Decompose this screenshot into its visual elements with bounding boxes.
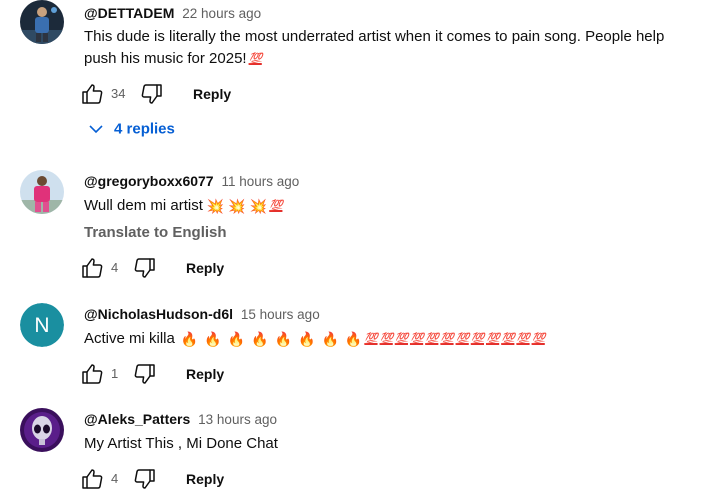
fire-emoji: 🔥 [321, 331, 339, 348]
like-count: 1 [111, 366, 119, 381]
comment-text: Wull dem mi artist 💥 💥 💥 💯 [84, 195, 694, 217]
comment-thread: N @NicholasHudson-d6l 15 hours ago Activ… [0, 303, 701, 388]
thumbs-down-icon[interactable] [133, 256, 157, 280]
comment-actions: 34 Reply [80, 82, 320, 108]
hundred-points-emoji: 💯 [394, 333, 409, 346]
thumbs-up-icon[interactable] [80, 256, 104, 280]
thumbs-down-icon[interactable] [133, 467, 157, 491]
hundred-points-emoji: 💯 [531, 333, 546, 346]
comment-body: My Artist This , Mi Done Chat [84, 435, 278, 452]
timestamp[interactable]: 15 hours ago [241, 307, 320, 322]
avatar[interactable]: N [20, 303, 64, 347]
fire-emoji: 🔥 [251, 331, 269, 348]
thumbs-down-icon[interactable] [133, 362, 157, 386]
fire-emoji: 🔥 [344, 331, 363, 348]
reply-button[interactable]: Reply [193, 86, 231, 102]
collision-emoji: 💥 [206, 198, 225, 215]
hundred-points-emoji: 💯 [501, 333, 515, 346]
hundred-points-emoji: 💯 [379, 333, 394, 346]
view-replies-button[interactable]: 4 replies [88, 120, 175, 138]
comment-header: @gregoryboxx6077 11 hours ago [84, 173, 299, 189]
comment-header: @DETTADEM 22 hours ago [84, 5, 261, 21]
avatar[interactable] [20, 0, 64, 44]
hundred-points-emoji: 💯 [440, 333, 454, 346]
comment-body: Active mi killa [84, 330, 175, 347]
author-name[interactable]: @NicholasHudson-d6l [84, 306, 233, 322]
comment-header: @Aleks_Patters 13 hours ago [84, 411, 277, 427]
hundred-points-emoji: 💯 [364, 333, 378, 346]
comment-thread: @gregoryboxx6077 11 hours ago Wull dem m… [0, 170, 701, 285]
comment-body: Wull dem mi artist [84, 197, 203, 214]
comment-thread: @DETTADEM 22 hours ago This dude is lite… [0, 0, 701, 150]
comment-text: Active mi killa 🔥 🔥 🔥 🔥 🔥 🔥 🔥 🔥 💯 💯 💯 💯 💯 💯 💯 💯 💯 💯 💯 💯 [84, 328, 694, 350]
comment-text: This dude is literally the most underrat… [84, 26, 694, 70]
avatar[interactable] [20, 170, 64, 214]
hundred-points-emoji: 💯 [470, 333, 485, 346]
fire-emoji: 🔥 [180, 331, 199, 348]
timestamp[interactable]: 22 hours ago [182, 6, 261, 21]
hundred-points-emoji: 💯 [485, 333, 500, 346]
fire-emoji: 🔥 [298, 331, 316, 348]
reply-button[interactable]: Reply [186, 471, 224, 487]
thumbs-up-icon[interactable] [80, 467, 104, 491]
comment-actions: 4 Reply [80, 467, 320, 493]
hundred-points-emoji: 💯 [516, 333, 530, 346]
translate-link[interactable]: Translate to English [84, 224, 227, 241]
timestamp[interactable]: 11 hours ago [222, 174, 300, 189]
fire-emoji: 🔥 [204, 331, 222, 348]
timestamp[interactable]: 13 hours ago [198, 412, 277, 427]
like-count: 4 [111, 471, 119, 486]
author-name[interactable]: @gregoryboxx6077 [84, 173, 214, 189]
like-count: 4 [111, 260, 119, 275]
thumbs-up-icon[interactable] [80, 362, 104, 386]
avatar-letter: N [34, 314, 49, 337]
comment-header: @NicholasHudson-d6l 15 hours ago [84, 306, 320, 322]
comment-actions: 4 Reply [80, 256, 320, 282]
fire-emoji: 🔥 [274, 331, 293, 348]
reply-button[interactable]: Reply [186, 366, 224, 382]
collision-emoji: 💥 [228, 198, 246, 215]
hundred-points-emoji: 💯 [425, 333, 439, 346]
comment-thread: @Aleks_Patters 13 hours ago My Artist Th… [0, 408, 701, 489]
avatar[interactable] [20, 408, 64, 452]
replies-count-label: 4 replies [114, 120, 175, 138]
comment-body: This dude is literally the most underrat… [84, 28, 665, 67]
hundred-points-emoji: 💯 [409, 333, 424, 346]
comment-actions: 1 Reply [80, 362, 320, 388]
chevron-down-icon [89, 125, 103, 134]
hundred-points-emoji: 💯 [455, 333, 470, 346]
like-count: 34 [111, 86, 126, 101]
hundred-points-emoji: 💯 [269, 200, 283, 213]
author-name[interactable]: @DETTADEM [84, 5, 174, 21]
thumbs-down-icon[interactable] [140, 82, 164, 106]
comment-text: My Artist This , Mi Done Chat [84, 433, 694, 455]
reply-button[interactable]: Reply [186, 260, 224, 276]
author-name[interactable]: @Aleks_Patters [84, 411, 190, 427]
fire-emoji: 🔥 [227, 331, 246, 348]
hundred-points-emoji: 💯 [248, 53, 263, 66]
thumbs-up-icon[interactable] [80, 82, 104, 106]
collision-emoji: 💥 [249, 198, 268, 215]
